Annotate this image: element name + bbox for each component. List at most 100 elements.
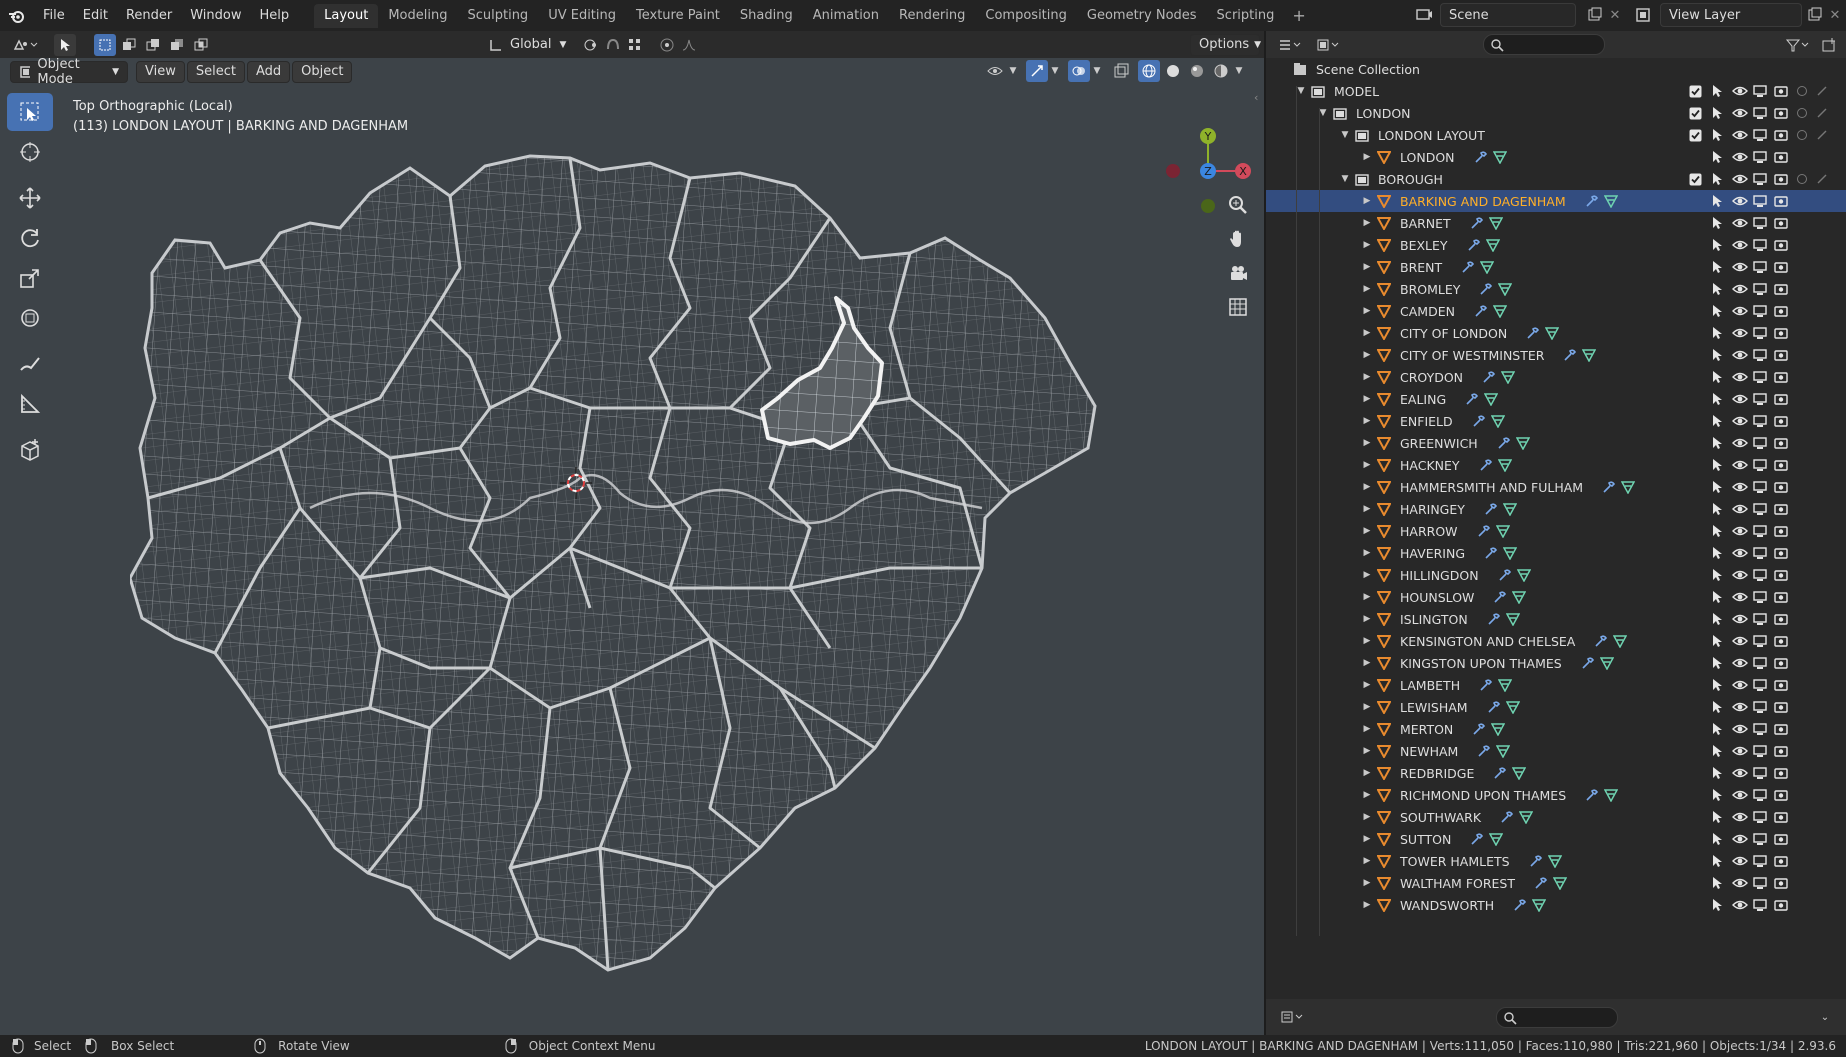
new-view-layer-icon[interactable] <box>1804 4 1826 26</box>
eye-icon[interactable] <box>1732 850 1748 872</box>
selectable-toggle-icon[interactable] <box>1711 366 1723 388</box>
transform-tool[interactable] <box>7 299 53 337</box>
camera-icon[interactable] <box>1774 322 1788 344</box>
mesh-data-icon[interactable] <box>1498 678 1513 692</box>
object-row[interactable]: ▶ WALTHAM FOREST <box>1266 872 1846 894</box>
mesh-data-icon[interactable] <box>1498 282 1513 296</box>
monitor-icon[interactable] <box>1753 102 1767 124</box>
selectable-toggle-icon[interactable] <box>1711 542 1723 564</box>
camera-icon[interactable] <box>1774 146 1788 168</box>
wrench-icon[interactable] <box>1584 194 1598 208</box>
camera-icon[interactable] <box>1774 894 1788 916</box>
monitor-icon[interactable] <box>1753 388 1767 410</box>
object-row-london[interactable]: ▶ LONDON <box>1266 146 1846 168</box>
selectable-toggle-icon[interactable] <box>1711 278 1723 300</box>
selectable-toggle-icon[interactable] <box>1711 850 1723 872</box>
object-row[interactable]: ▶ CAMDEN <box>1266 300 1846 322</box>
camera-icon[interactable] <box>1774 212 1788 234</box>
chevron-down-icon[interactable]: ▼ <box>1092 60 1102 82</box>
wrench-icon[interactable] <box>1473 304 1487 318</box>
mode-selector[interactable]: Object Mode ▼ <box>10 57 128 87</box>
wrench-icon[interactable] <box>1483 502 1497 516</box>
indirect-only-icon[interactable] <box>1816 168 1828 190</box>
mesh-data-icon[interactable] <box>1505 612 1520 626</box>
select-tool-active-icon[interactable] <box>54 33 76 56</box>
object-row[interactable]: ▶ LEWISHAM <box>1266 696 1846 718</box>
selectable-toggle-icon[interactable] <box>1711 498 1723 520</box>
mesh-data-icon[interactable] <box>1545 326 1560 340</box>
camera-icon[interactable] <box>1774 740 1788 762</box>
selectable-toggle-icon[interactable] <box>1711 696 1723 718</box>
expand-arrow-icon[interactable]: ▶ <box>1360 900 1374 910</box>
selectable-toggle-icon[interactable] <box>1711 476 1723 498</box>
eye-icon[interactable] <box>1732 718 1748 740</box>
selectable-toggle-icon[interactable] <box>1711 102 1723 124</box>
snap-toggle-icon[interactable] <box>602 34 624 56</box>
eye-icon[interactable] <box>1732 190 1748 212</box>
monitor-icon[interactable] <box>1753 674 1767 696</box>
3d-viewport[interactable]: Global ▼ Options ▼ Object Mode ▼ View Se… <box>0 31 1264 1035</box>
expand-arrow-icon[interactable]: ▶ <box>1360 724 1374 734</box>
mesh-data-icon[interactable] <box>1480 260 1495 274</box>
expand-arrow-icon[interactable]: ▶ <box>1360 878 1374 888</box>
wrench-icon[interactable] <box>1473 150 1487 164</box>
collection-row-london-layout[interactable]: ▼ LONDON LAYOUT <box>1266 124 1846 146</box>
mesh-data-icon[interactable] <box>1497 458 1512 472</box>
mesh-data-icon[interactable] <box>1503 546 1518 560</box>
eye-icon[interactable] <box>1732 520 1748 542</box>
monitor-icon[interactable] <box>1753 344 1767 366</box>
object-row[interactable]: ▶ CITY OF WESTMINSTER <box>1266 344 1846 366</box>
wrench-icon[interactable] <box>1512 898 1527 912</box>
object-row[interactable]: ▶ SUTTON <box>1266 828 1846 850</box>
options-dropdown[interactable]: Options ▼ <box>1190 33 1261 56</box>
monitor-icon[interactable] <box>1753 520 1767 542</box>
expand-arrow-icon[interactable]: ▶ <box>1360 680 1374 690</box>
expand-arrow-icon[interactable]: ▶ <box>1360 196 1374 206</box>
eye-icon[interactable] <box>1732 652 1748 674</box>
object-row[interactable]: ▶ KENSINGTON AND CHELSEA <box>1266 630 1846 652</box>
monitor-icon[interactable] <box>1753 256 1767 278</box>
monitor-icon[interactable] <box>1753 630 1767 652</box>
camera-icon[interactable] <box>1774 234 1788 256</box>
expand-arrow-icon[interactable]: ▶ <box>1360 218 1374 228</box>
exclude-checkbox[interactable] <box>1689 124 1702 146</box>
expand-arrow-icon[interactable]: ▶ <box>1360 152 1374 162</box>
camera-icon[interactable] <box>1774 652 1788 674</box>
wrench-icon[interactable] <box>1562 348 1577 362</box>
eye-icon[interactable] <box>1732 696 1748 718</box>
expand-arrow-icon[interactable]: ▶ <box>1360 504 1374 514</box>
properties-search-input[interactable] <box>1496 1007 1618 1028</box>
selectable-toggle-icon[interactable] <box>1711 80 1723 102</box>
camera-icon[interactable] <box>1774 630 1788 652</box>
eye-icon[interactable] <box>1732 762 1748 784</box>
camera-icon[interactable] <box>1774 102 1788 124</box>
selectable-toggle-icon[interactable] <box>1711 212 1723 234</box>
mode-invert-icon[interactable] <box>166 34 188 56</box>
eye-icon[interactable] <box>1732 278 1748 300</box>
wrench-icon[interactable] <box>1492 766 1507 780</box>
camera-icon[interactable] <box>1774 608 1788 630</box>
mesh-data-icon[interactable] <box>1519 810 1534 824</box>
measure-tool[interactable] <box>7 385 53 423</box>
eye-icon[interactable] <box>1732 124 1748 146</box>
eye-icon[interactable] <box>1732 894 1748 916</box>
monitor-icon[interactable] <box>1753 586 1767 608</box>
scale-tool[interactable] <box>7 259 53 297</box>
monitor-icon[interactable] <box>1753 564 1767 586</box>
editor-type-icon[interactable] <box>8 34 42 56</box>
menu-add[interactable]: Add <box>246 60 291 83</box>
wrench-icon[interactable] <box>1471 414 1485 428</box>
object-row[interactable]: ▶ BEXLEY <box>1266 234 1846 256</box>
monitor-icon[interactable] <box>1753 784 1767 806</box>
wrench-icon[interactable] <box>1525 326 1540 340</box>
expand-arrow-icon[interactable]: ▶ <box>1360 614 1374 624</box>
camera-icon[interactable] <box>1774 344 1788 366</box>
selectable-toggle-icon[interactable] <box>1711 740 1723 762</box>
object-row[interactable]: ▶ EALING <box>1266 388 1846 410</box>
wrench-icon[interactable] <box>1486 700 1500 714</box>
expand-arrow-icon[interactable]: ▶ <box>1360 306 1374 316</box>
wrench-icon[interactable] <box>1481 370 1496 384</box>
monitor-icon[interactable] <box>1753 146 1767 168</box>
monitor-icon[interactable] <box>1753 608 1767 630</box>
selectable-toggle-icon[interactable] <box>1711 718 1723 740</box>
